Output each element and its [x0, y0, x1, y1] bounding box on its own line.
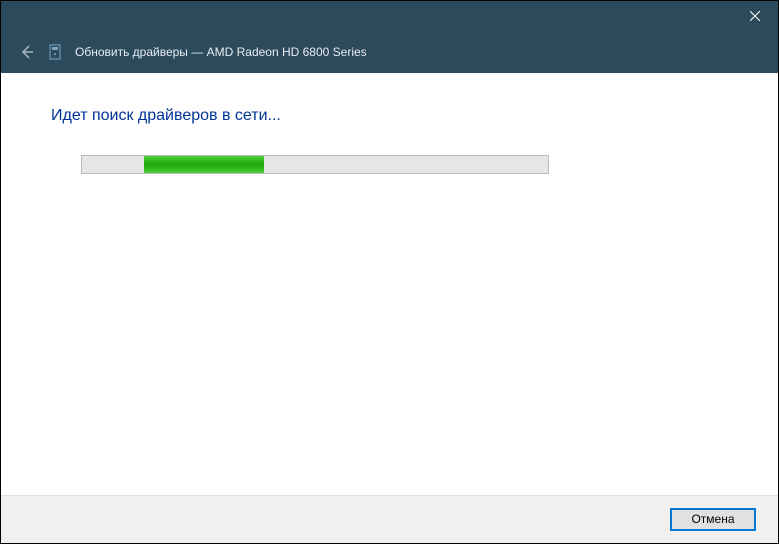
- titlebar: [1, 1, 778, 31]
- close-button[interactable]: [732, 1, 778, 31]
- device-icon: [49, 44, 61, 60]
- back-arrow-icon: [19, 44, 35, 60]
- close-icon: [750, 11, 760, 21]
- progress-chunk: [144, 156, 264, 173]
- progress-bar: [81, 155, 549, 174]
- dialog-content: Идет поиск драйверов в сети...: [1, 73, 778, 495]
- dialog-header: Обновить драйверы — AMD Radeon HD 6800 S…: [1, 31, 778, 73]
- cancel-button[interactable]: Отмена: [670, 508, 756, 531]
- dialog-title: Обновить драйверы — AMD Radeon HD 6800 S…: [75, 45, 367, 59]
- back-button[interactable]: [19, 44, 35, 60]
- dialog-footer: Отмена: [1, 495, 778, 543]
- driver-update-dialog: Обновить драйверы — AMD Radeon HD 6800 S…: [0, 0, 779, 544]
- status-text: Идет поиск драйверов в сети...: [51, 107, 728, 125]
